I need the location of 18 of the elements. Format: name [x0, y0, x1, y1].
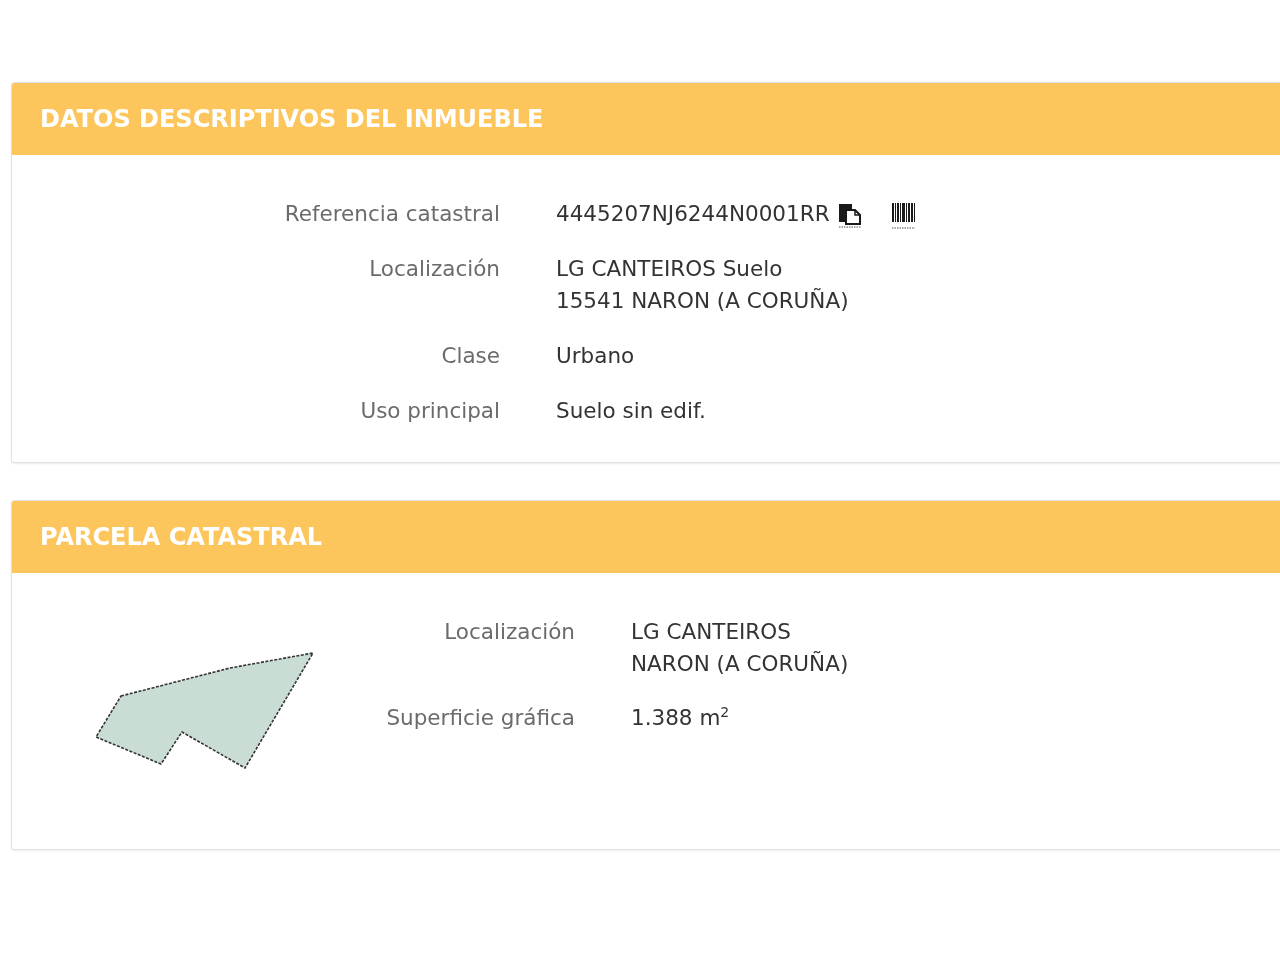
field-label: Clase	[440, 342, 500, 370]
copy-icon[interactable]	[837, 202, 862, 228]
field-value: LG CANTEIROS	[631, 618, 791, 646]
field-value: Suelo sin edif.	[556, 397, 706, 425]
barcode-icon[interactable]	[890, 201, 916, 229]
field-value: LG CANTEIROS Suelo	[556, 255, 783, 283]
field-value: Urbano	[556, 342, 635, 370]
field-label: Localización	[443, 618, 575, 646]
field-value: 4445207NJ6244N0001RR	[556, 200, 830, 228]
field-label: Uso principal	[359, 397, 500, 425]
field-label: Localización	[368, 255, 500, 283]
panel-title: DATOS DESCRIPTIVOS DEL INMUEBLE	[40, 104, 544, 135]
panel-title: PARCELA CATASTRAL	[40, 522, 323, 553]
field-label: Superficie gráfica	[385, 704, 575, 732]
field-value: 15541 NARON (A CORUÑA)	[556, 287, 849, 315]
field-value: NARON (A CORUÑA)	[631, 650, 849, 678]
field-value: 1.388 m$^{2}$	[631, 702, 730, 732]
field-label: Referencia catastral	[283, 200, 500, 228]
